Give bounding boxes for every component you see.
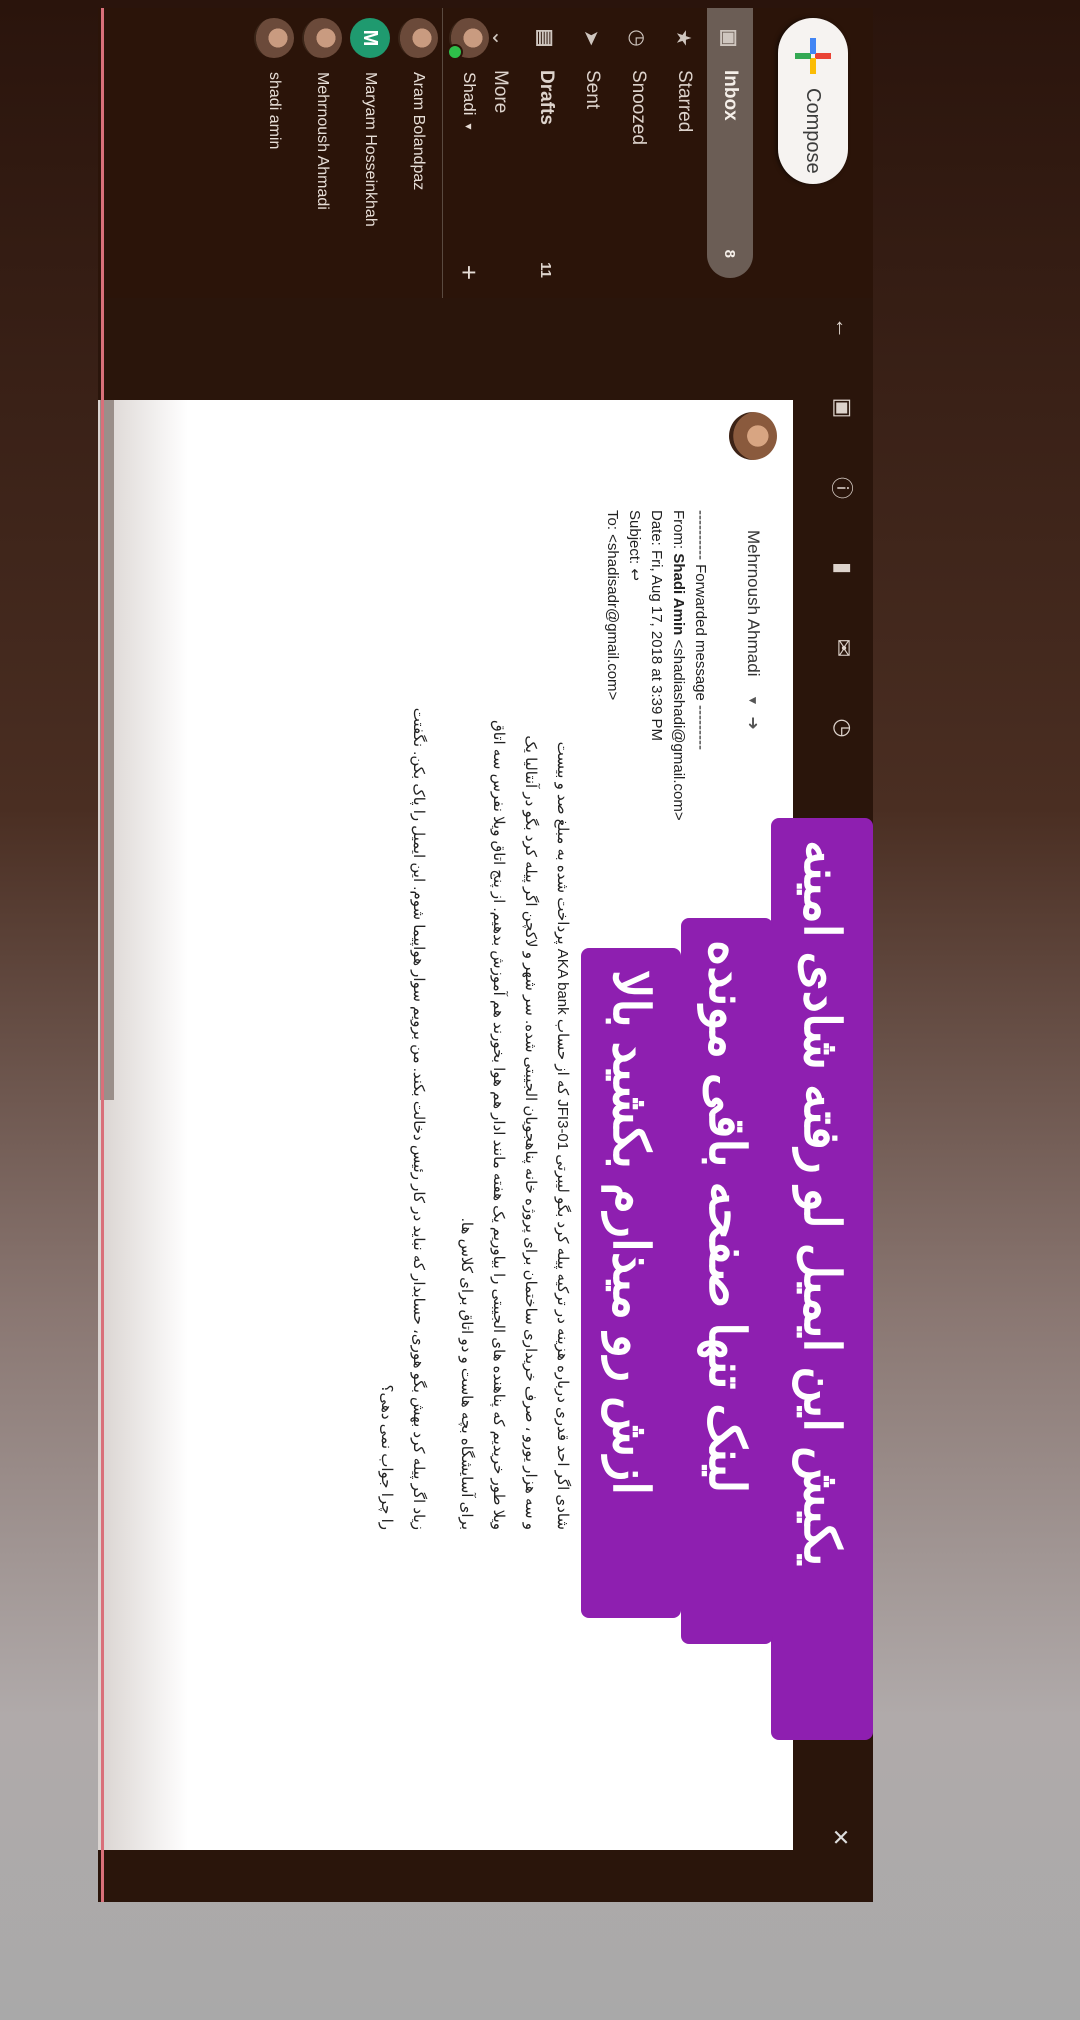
subject-line: Subject: ↩ bbox=[626, 510, 643, 581]
compose-button[interactable]: Compose bbox=[778, 18, 848, 184]
drafts-count: 11 bbox=[537, 262, 555, 278]
overlay-line-2: لینک تنها صفحه باقی مونده bbox=[681, 918, 773, 1644]
avatar bbox=[254, 18, 294, 58]
overlay-line-1: یکیش این ایمیل لو رفته شادی امینه bbox=[771, 818, 873, 1740]
sender-avatar bbox=[729, 412, 777, 460]
send-icon: ➤ bbox=[580, 29, 603, 47]
sidebar-item-label: Starred bbox=[674, 70, 695, 133]
sidebar-item-label: Sent bbox=[582, 70, 603, 110]
from-line: From: Shadi Amin <shadiashadi@gmail.com> bbox=[670, 510, 687, 821]
hangouts-panel: Shadi ▾ + Aram Bolandpaz M Maryam Hossei… bbox=[250, 8, 495, 298]
add-contact-icon[interactable]: + bbox=[454, 265, 485, 280]
hangouts-user: Shadi bbox=[460, 72, 479, 116]
sidebar-item-label: Snoozed bbox=[628, 70, 649, 146]
to-line: To: <shadisadr@gmail.com> bbox=[604, 510, 621, 701]
nav-list: ▣ Inbox 8 ★ Starred ◷ Snoozed ➤ Sent ▤ D… bbox=[477, 8, 753, 298]
sidebar-item-inbox[interactable]: ▣ Inbox 8 bbox=[707, 8, 753, 278]
bottom-accent-line bbox=[101, 8, 104, 1902]
forwarded-line: ---------- Forwarded message --------- bbox=[692, 510, 709, 750]
body-line: زیاد اگر پیله کرد بهش بگو هوری، حسابدار … bbox=[410, 707, 427, 1530]
clock-icon: ◷ bbox=[626, 29, 649, 47]
sidebar: Compose ▣ Inbox 8 ★ Starred ◷ Snoozed ➤ bbox=[98, 8, 873, 298]
sidebar-item-snoozed[interactable]: ◷ Snoozed bbox=[615, 8, 661, 298]
sidebar-item-label: Drafts bbox=[536, 70, 557, 125]
online-dot bbox=[447, 44, 463, 60]
close-icon[interactable]: ✕ bbox=[827, 1828, 853, 1846]
right-edge-icons: ✕ bbox=[98, 1808, 873, 1902]
contact-item[interactable]: shadi amin bbox=[250, 8, 298, 298]
contact-name: shadi amin bbox=[266, 72, 283, 150]
inbox-count: 8 bbox=[721, 249, 739, 258]
archive-icon[interactable]: ▣ bbox=[830, 388, 856, 428]
body-line: برای آسایشگاه بچه هاست و دو اتاق برای کل… bbox=[458, 1217, 475, 1530]
back-arrow-icon[interactable]: ← bbox=[830, 308, 856, 348]
avatar bbox=[398, 18, 438, 58]
overlay-line-3: ازش رو میذارم بکشید بالا bbox=[581, 948, 681, 1618]
sender-name: Mehrnoush Ahmadi bbox=[744, 530, 763, 677]
body-line: شادی اگر احد قدری درباره هزینه در ترکیه … bbox=[554, 741, 571, 1530]
compose-label: Compose bbox=[802, 88, 825, 174]
report-spam-icon[interactable]: ⓘ bbox=[827, 468, 859, 508]
message-body: شادی اگر احد قدری درباره هزینه در ترکیه … bbox=[370, 510, 578, 1530]
draft-icon: ▤ bbox=[534, 28, 557, 48]
rotated-gmail-view: Compose ▣ Inbox 8 ★ Starred ◷ Snoozed ➤ bbox=[98, 8, 873, 1902]
inbox-icon: ▣ bbox=[718, 28, 741, 48]
star-icon: ★ bbox=[672, 29, 695, 47]
contact-name: Mehrnoush Ahmadi bbox=[314, 72, 331, 210]
contact-item[interactable]: M Maryam Hosseinkhah bbox=[346, 8, 394, 298]
delete-icon[interactable]: ▮ bbox=[830, 548, 856, 588]
body-line: ویلا طور خریدیم که پناهنده های الجیبتی ر… bbox=[490, 720, 507, 1530]
chevron-down-icon[interactable]: ▼ bbox=[746, 694, 760, 706]
contact-name: Maryam Hosseinkhah bbox=[362, 72, 379, 227]
avatar bbox=[302, 18, 342, 58]
mark-unread-icon[interactable]: ✉ bbox=[830, 628, 856, 668]
sidebar-item-starred[interactable]: ★ Starred bbox=[661, 8, 707, 298]
screenshot-frame: Compose ▣ Inbox 8 ★ Starred ◷ Snoozed ➤ bbox=[98, 8, 873, 1902]
sidebar-item-drafts[interactable]: ▤ Drafts 11 bbox=[523, 8, 569, 298]
label-icon[interactable]: ➜ bbox=[743, 716, 763, 729]
body-line: را چرا جواب نمی دهی؟ bbox=[378, 1384, 395, 1530]
compose-plus-icon bbox=[791, 34, 835, 78]
body-line: و سه هزار یورو ، صرف خریداری ساختمان برا… bbox=[522, 735, 539, 1530]
contact-name: Aram Bolandpaz bbox=[410, 72, 427, 191]
forward-headers: ---------- Forwarded message --------- F… bbox=[601, 510, 711, 821]
avatar bbox=[447, 18, 489, 60]
sender-row: Mehrnoush Ahmadi ▼ ➜ bbox=[723, 412, 783, 730]
contact-item[interactable]: Aram Bolandpaz bbox=[394, 8, 442, 298]
sidebar-item-label: Inbox bbox=[720, 70, 741, 121]
hangouts-header[interactable]: Shadi ▾ + bbox=[442, 8, 495, 298]
snooze-icon[interactable]: ◷ bbox=[830, 708, 856, 748]
avatar: M bbox=[350, 18, 390, 58]
chevron-down-icon: ▾ bbox=[462, 123, 476, 130]
sidebar-item-sent[interactable]: ➤ Sent bbox=[569, 8, 615, 298]
date-line: Date: Fri, Aug 17, 2018 at 3:39 PM bbox=[648, 510, 665, 741]
contact-item[interactable]: Mehrnoush Ahmadi bbox=[298, 8, 346, 298]
